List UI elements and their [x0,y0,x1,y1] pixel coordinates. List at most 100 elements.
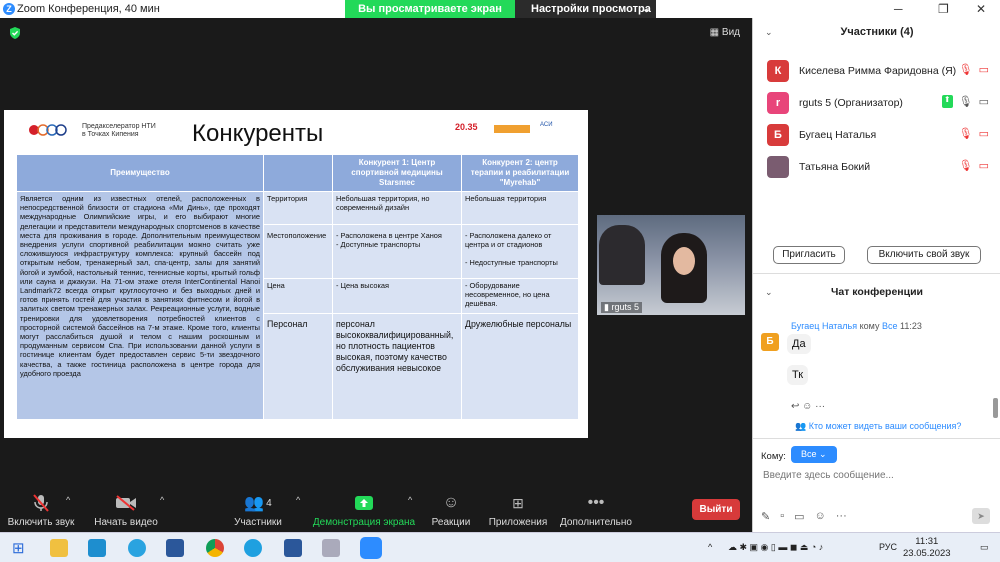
view-options-label: Настройки просмотра [531,3,651,15]
unmute-label: Включить звук [7,517,75,528]
accelerator-name: Предакселератор НТИ [82,123,156,130]
send-icon: ➤ [977,511,985,521]
who-can-see-link[interactable]: 👥 Кто может видеть ваши сообщения? [795,421,961,432]
zoom-taskbar-icon[interactable] [360,537,382,559]
participant-name: Бугаец Наталья [799,129,877,141]
minimize-icon[interactable]: ─ [894,2,903,16]
mic-muted-icon: 🎙 [958,64,973,76]
participants-icon: 👥 [244,495,265,512]
window-title: Zoom Конференция, 40 мин [17,3,160,15]
more-dots-icon[interactable]: ··· [836,510,847,523]
logo-2035: 20.35 [455,122,478,132]
participant-name: Киселева Римма Фаридовна (Я) [799,65,957,77]
view-options-button[interactable]: Настройки просмотра ⌄ [515,0,656,18]
unmute-self-button[interactable]: Включить свой звук [867,246,981,264]
start-video-button[interactable]: Начать видео [92,490,160,528]
chevron-up-icon[interactable]: ^ [408,495,412,505]
share-screen-button[interactable]: Демонстрация экрана [312,490,416,528]
sharing-icon: ⬆ [941,95,953,108]
table-cell: Небольшая территория [461,191,579,225]
message-to-word: кому [859,321,880,331]
chevron-up-icon[interactable]: ^ [66,495,70,505]
table-cell: Небольшая территория, но современный диз… [332,191,462,225]
clock-time: 11:31 [915,536,939,547]
apps-icon: ⊞ [512,494,524,511]
participant-row[interactable]: Б Бугаец Наталья 🎙 ▭ [767,124,997,148]
row-label: Территория [263,191,333,225]
signal-icon: ▮ [604,302,609,312]
accelerator-text: Предакселератор НТИ в Точках Кипения [82,123,156,139]
reactions-label: Реакции [431,517,471,528]
camera-off-icon: ▭ [978,128,989,140]
apps-button[interactable]: ⊞ Приложения [486,490,550,529]
table-cell: персонал высококвалифицированный, но пло… [332,313,462,420]
participants-label: Участники [234,517,282,528]
microphone-muted-icon [33,494,49,512]
video-tile[interactable]: ▮ rguts 5 [597,215,745,315]
close-icon[interactable]: ✕ [976,2,986,16]
chevron-down-icon: ⌄ [642,4,650,14]
message-time: 11:23 [900,321,922,331]
participant-row[interactable]: Татьяна Бокий 🎙 ▭ [767,156,997,180]
table-header-row: Преимущество Конкурент 1: Центр спортивн… [16,154,579,192]
word-icon[interactable] [166,539,184,557]
video-tile-label: rguts 5 [611,302,639,312]
message-actions[interactable]: ↩ ☺ ··· [791,401,825,412]
table-header: Преимущество [16,154,264,192]
participants-panel-title: Участники (4) [840,26,914,38]
clock[interactable]: 11:31 23.05.2023 [903,536,951,560]
chevron-up-icon[interactable]: ^ [296,495,300,505]
chat-message[interactable]: Да [787,334,811,354]
slide-title: Конкуренты [192,120,324,147]
file-icon[interactable]: ▫ [780,510,784,523]
word-icon[interactable] [284,539,302,557]
chevron-up-icon[interactable]: ^ [708,542,712,552]
language-indicator[interactable]: РУС [879,542,897,552]
asi-logo-icon: АСИ [540,122,553,128]
file-explorer-icon[interactable] [50,539,68,557]
tray-icons: ☁ ✱ ▣ ◉ ▯ ▬ ◼ ⏏ ◔ ♪ [728,542,824,552]
notification-icon[interactable]: ▭ [980,542,989,553]
invite-button[interactable]: Пригласить [773,246,845,264]
table-cell: - Цена высокая [332,278,462,314]
participant-row[interactable]: r rguts 5 (Организатор) ⬆ 🎙 ▭ [767,92,997,116]
chat-message[interactable]: Тк [787,365,809,385]
chevron-up-icon[interactable]: ^ [160,495,164,505]
table-row: Является одним из известных отелей, расп… [16,191,579,420]
screenshot-icon[interactable]: ▭ [794,510,804,523]
leave-button[interactable]: Выйти [692,499,740,520]
reactions-button[interactable]: ☺ Реакции [428,490,474,528]
camera-off-icon [116,495,136,511]
table-cell: - Оборудование несовременное, но цена де… [461,278,579,314]
zoom-logo-icon: Z [3,3,15,15]
mic-muted-icon: 🎙 [958,160,973,172]
sharing-status: Вы просматриваете экран rguts 5 [345,0,515,33]
paint-icon[interactable] [322,539,340,557]
maximize-icon[interactable]: ❐ [938,2,949,16]
recipient-select[interactable]: Все ⌄ [791,446,837,463]
telegram-icon[interactable] [128,539,146,557]
view-label: Вид [721,27,740,38]
participants-button[interactable]: 👥 4 Участники [230,490,286,528]
windows-start-icon[interactable]: ⊞ [12,539,25,557]
more-button[interactable]: ••• Дополнительно [558,490,634,528]
message-sender: Бугаец Наталья [791,321,858,331]
divider [753,273,1000,274]
scrollbar[interactable] [993,398,998,418]
more-dots-icon: ••• [587,494,605,511]
start-video-label: Начать видео [94,517,158,528]
store-app-icon[interactable] [88,539,106,557]
edge-icon[interactable] [244,539,262,557]
format-icon[interactable]: ✎ [761,510,770,523]
sender-avatar: Б [761,333,779,351]
send-button[interactable]: ➤ [972,508,990,524]
view-button[interactable]: ▦ Вид [710,27,740,38]
emoji-icon[interactable]: ☺ [815,510,826,523]
participant-row[interactable]: К Киселева Римма Фаридовна (Я) 🎙 ▭ [767,60,997,84]
chrome-icon[interactable] [206,539,224,557]
chat-input[interactable] [763,470,983,481]
table-header: Конкурент 1: Центр спортивной медицины S… [332,154,462,192]
side-panel: ⌄ Участники (4) К Киселева Римма Фаридов… [752,18,1000,532]
chevron-down-icon: ⌄ [819,449,827,459]
camera-icon: ▭ [978,96,989,108]
